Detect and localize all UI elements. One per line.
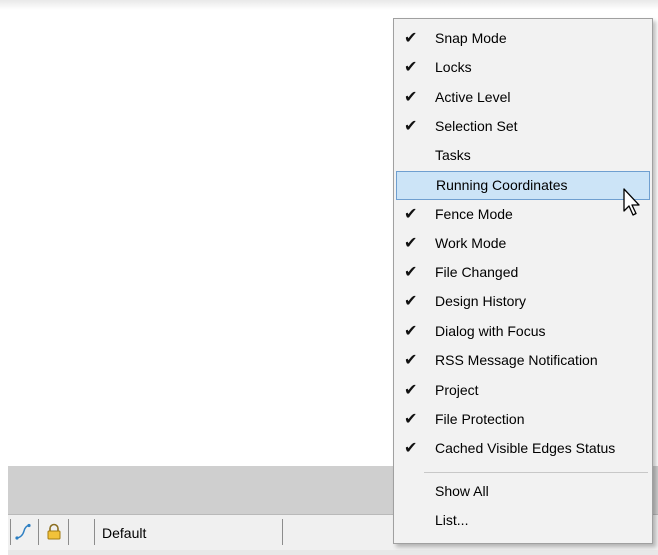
checkmark-icon: ✔ [404, 116, 418, 135]
checkmark-icon: ✔ [404, 28, 418, 47]
menu-item-work-mode[interactable]: ✔ Work Mode [396, 229, 650, 258]
menu-item-selection-set[interactable]: ✔ Selection Set [396, 112, 650, 141]
menu-item-label: Active Level [435, 89, 511, 105]
menu-item-locks[interactable]: ✔ Locks [396, 53, 650, 82]
checkmark-icon: ✔ [404, 350, 418, 369]
menu-item-label: Fence Mode [435, 206, 513, 222]
menu-item-label: Running Coordinates [436, 177, 568, 193]
menu-item-project[interactable]: ✔ Project [396, 376, 650, 405]
menu-item-show-all[interactable]: Show All [396, 477, 650, 506]
status-separator [10, 519, 11, 545]
menu-item-label: File Protection [435, 411, 525, 427]
menu-item-label: RSS Message Notification [435, 352, 598, 368]
active-level-text[interactable]: Default [102, 525, 146, 541]
menu-item-rss-message-notification[interactable]: ✔ RSS Message Notification [396, 346, 650, 375]
statusbar-context-menu: ✔ Snap Mode ✔ Locks ✔ Active Level ✔ Sel… [393, 18, 653, 544]
mouse-pointer-icon [622, 188, 644, 218]
status-separator [68, 519, 69, 545]
checkmark-icon: ✔ [404, 321, 418, 340]
menu-item-label: Locks [435, 59, 472, 75]
menu-item-label: Show All [435, 483, 489, 499]
menu-item-label: Design History [435, 293, 527, 309]
menu-item-file-changed[interactable]: ✔ File Changed [396, 258, 650, 287]
menu-item-label: File Changed [435, 264, 519, 280]
menu-item-label: Snap Mode [435, 30, 507, 46]
menu-item-file-protection[interactable]: ✔ File Protection [396, 405, 650, 434]
menu-item-snap-mode[interactable]: ✔ Snap Mode [396, 24, 650, 53]
menu-item-label: Dialog with Focus [435, 323, 546, 339]
menu-item-label: List... [435, 512, 469, 528]
menu-item-design-history[interactable]: ✔ Design History [396, 287, 650, 316]
checkmark-icon: ✔ [404, 291, 418, 310]
status-separator [282, 519, 283, 545]
snap-mode-icon[interactable] [14, 523, 32, 541]
menu-item-cached-visible-edges-status[interactable]: ✔ Cached Visible Edges Status [396, 434, 650, 463]
checkmark-icon: ✔ [404, 380, 418, 399]
checkmark-icon: ✔ [404, 409, 418, 428]
status-separator [38, 519, 39, 545]
checkmark-icon: ✔ [404, 87, 418, 106]
checkmark-icon: ✔ [404, 262, 418, 281]
menu-item-label: Project [435, 382, 479, 398]
menu-item-label: Cached Visible Edges Status [435, 440, 616, 456]
menu-item-list[interactable]: List... [396, 506, 650, 535]
checkmark-icon: ✔ [404, 57, 418, 76]
status-separator [94, 519, 95, 545]
menu-separator [424, 472, 648, 473]
menu-item-label: Selection Set [435, 118, 518, 134]
menu-item-running-coordinates[interactable]: Running Coordinates [396, 171, 650, 200]
window-top-edge [0, 0, 658, 10]
menu-item-label: Tasks [435, 147, 471, 163]
checkmark-icon: ✔ [404, 233, 418, 252]
window-bottom-edge [8, 550, 658, 555]
lock-icon[interactable] [45, 523, 63, 541]
menu-item-fence-mode[interactable]: ✔ Fence Mode [396, 200, 650, 229]
checkmark-icon: ✔ [404, 204, 418, 223]
checkmark-icon: ✔ [404, 438, 418, 457]
menu-item-label: Work Mode [435, 235, 507, 251]
menu-item-active-level[interactable]: ✔ Active Level [396, 83, 650, 112]
menu-item-dialog-with-focus[interactable]: ✔ Dialog with Focus [396, 317, 650, 346]
menu-item-tasks[interactable]: Tasks [396, 141, 650, 170]
